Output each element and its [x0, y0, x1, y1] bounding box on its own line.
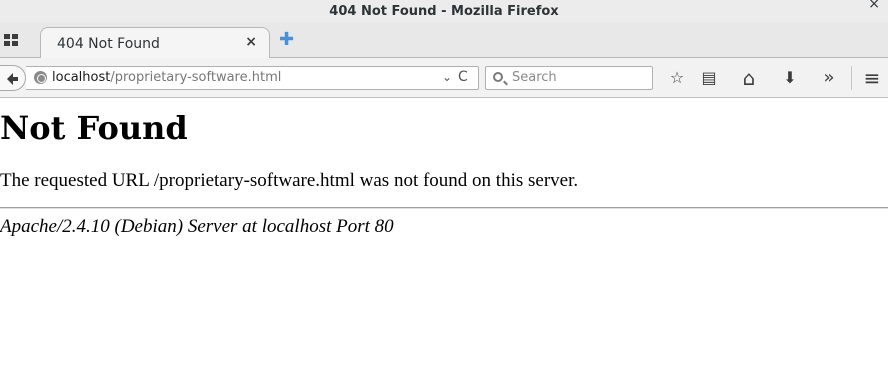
tab-close-icon[interactable]: × [245, 34, 257, 50]
window-title: 404 Not Found - Mozilla Firefox [329, 4, 559, 19]
navigation-toolbar: localhost/proprietary-software.html ⌄ C … [0, 58, 888, 98]
error-message: The requested URL /proprietary-software.… [0, 170, 579, 191]
horizontal-rule [0, 207, 888, 209]
window-titlebar: 404 Not Found - Mozilla Firefox × [0, 0, 888, 22]
back-arrow-icon [7, 73, 18, 85]
back-button[interactable] [0, 65, 26, 91]
url-bar[interactable]: localhost/proprietary-software.html ⌄ C [26, 66, 479, 90]
overflow-chevron-icon[interactable]: » [817, 66, 841, 90]
tab-404-not-found[interactable]: 404 Not Found × [40, 27, 270, 59]
tab-strip: 404 Not Found × ✚ [0, 22, 888, 59]
tab-label: 404 Not Found [57, 36, 160, 52]
site-identity-globe-icon[interactable] [34, 71, 47, 84]
url-text[interactable]: localhost/proprietary-software.html [52, 70, 281, 85]
home-icon[interactable]: ⌂ [737, 66, 761, 90]
url-host: localhost [52, 70, 111, 85]
url-path: /proprietary-software.html [110, 70, 282, 85]
search-placeholder: Search [512, 70, 557, 85]
new-tab-button[interactable]: ✚ [279, 31, 294, 49]
url-history-dropdown-icon[interactable]: ⌄ [442, 70, 452, 84]
search-icon [493, 72, 503, 82]
grid-icon[interactable] [4, 34, 18, 46]
search-input[interactable]: Search [485, 66, 653, 90]
reload-icon[interactable]: C [458, 69, 468, 85]
hamburger-menu-icon[interactable]: ≡ [860, 66, 884, 90]
window-close-button[interactable]: × [868, 0, 880, 11]
toolbar-separator [851, 66, 852, 90]
reading-list-icon[interactable]: ▤ [697, 66, 721, 90]
server-signature: Apache/2.4.10 (Debian) Server at localho… [0, 216, 394, 237]
bookmark-star-icon[interactable]: ☆ [665, 66, 689, 90]
page-content: Not Found The requested URL /proprietary… [0, 99, 888, 368]
page-heading: Not Found [0, 109, 188, 147]
download-icon[interactable]: ⬇ [778, 66, 802, 90]
